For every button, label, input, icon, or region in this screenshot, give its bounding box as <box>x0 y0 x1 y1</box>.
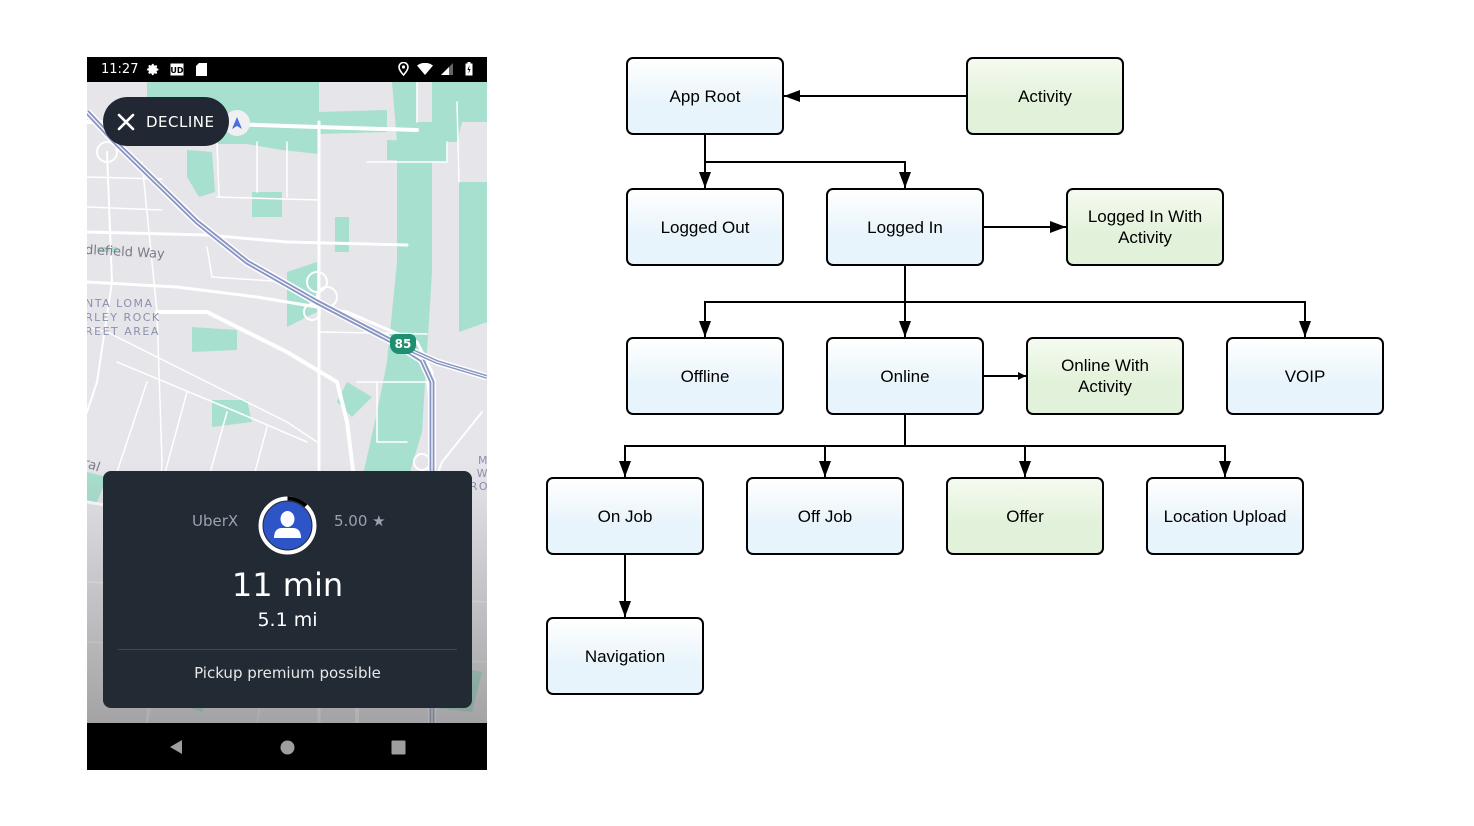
node-label: Online With Activity <box>1061 356 1149 396</box>
node-label: Activity <box>1018 86 1072 106</box>
status-time: 11:27 <box>101 62 139 77</box>
node-label: Offer <box>1006 506 1044 526</box>
node-logged-in[interactable]: Logged In <box>826 188 984 266</box>
node-navigation[interactable]: Navigation <box>546 617 704 695</box>
node-label: On Job <box>597 506 653 526</box>
node-label: Location Upload <box>1163 506 1287 526</box>
node-label: Logged In With Activity <box>1087 207 1203 247</box>
svg-text:UD: UD <box>170 66 183 75</box>
location-pin-icon <box>395 61 411 77</box>
rider-rating: 5.00 ★ <box>334 512 386 530</box>
node-logged-out[interactable]: Logged Out <box>626 188 784 266</box>
node-offer[interactable]: Offer <box>946 477 1104 555</box>
wifi-icon <box>417 61 433 77</box>
ud-app-icon: UD <box>169 61 185 77</box>
node-label: VOIP <box>1284 366 1326 386</box>
rider-avatar <box>258 496 317 555</box>
battery-charging-icon <box>461 61 477 77</box>
node-app-root[interactable]: App Root <box>626 57 784 135</box>
decline-button[interactable]: DECLINE <box>103 97 229 146</box>
edge-logged-in-to-voip <box>904 266 1311 337</box>
edge-logged-in-to-offline <box>699 266 906 337</box>
edge-online-to-location-upload <box>904 415 1231 477</box>
decline-label: DECLINE <box>146 112 215 131</box>
vehicle-type: UberX <box>192 512 239 530</box>
pickup-distance: 5.1 mi <box>257 609 318 631</box>
home-button[interactable] <box>277 737 297 757</box>
node-off-job[interactable]: Off Job <box>746 477 904 555</box>
recents-icon <box>391 740 405 754</box>
sd-card-icon <box>193 61 209 77</box>
node-on-job[interactable]: On Job <box>546 477 704 555</box>
card-divider <box>118 649 457 650</box>
node-label: App Root <box>669 86 741 106</box>
gear-icon <box>145 61 161 77</box>
pickup-eta: 11 min <box>231 566 344 604</box>
back-button[interactable] <box>166 737 186 757</box>
back-icon <box>170 740 182 754</box>
node-label: Logged In <box>867 217 943 237</box>
node-label: Online <box>880 366 930 386</box>
pickup-premium-note: Pickup premium possible <box>194 664 381 682</box>
node-label: Navigation <box>584 646 666 666</box>
node-label: Off Job <box>797 506 853 526</box>
recents-button[interactable] <box>388 737 408 757</box>
home-icon <box>280 740 294 754</box>
node-label: Offline <box>680 366 730 386</box>
status-bar: 11:27 UD <box>87 57 487 82</box>
node-activity[interactable]: Activity <box>966 57 1124 135</box>
edge-app-root-to-logged-in <box>704 135 911 188</box>
node-offline[interactable]: Offline <box>626 337 784 415</box>
navigation-arrow-icon <box>232 117 242 129</box>
close-icon <box>117 113 135 130</box>
node-online[interactable]: Online <box>826 337 984 415</box>
node-label: Logged Out <box>660 217 750 237</box>
trip-offer-card[interactable]: UberX 5.00 ★ 11 min 5.1 mi Pickup premiu… <box>103 471 472 708</box>
cell-signal-icon <box>439 61 455 77</box>
edge-online-to-off-job <box>819 415 906 477</box>
node-voip[interactable]: VOIP <box>1226 337 1384 415</box>
node-location-upload[interactable]: Location Upload <box>1146 477 1304 555</box>
node-logged-in-with-activity[interactable]: Logged In With Activity <box>1066 188 1224 266</box>
node-online-with-activity[interactable]: Online With Activity <box>1026 337 1184 415</box>
android-nav-bar <box>87 723 487 770</box>
